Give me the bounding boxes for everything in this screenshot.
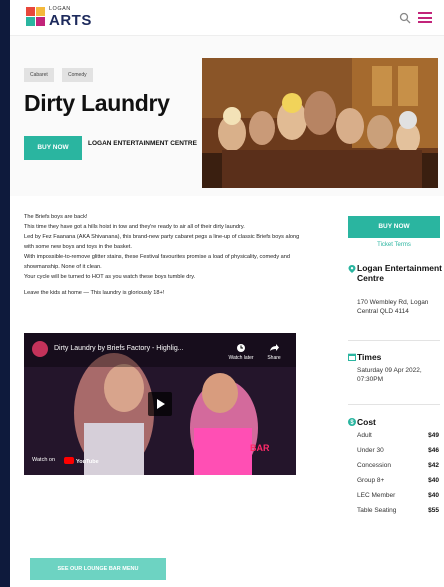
description-line: Your cycle will be turned to HOT as you …: [24, 274, 196, 280]
cost-row: Adult $49: [357, 432, 439, 446]
tag-comedy[interactable]: Comedy: [62, 68, 93, 82]
cost-row: Group 8+ $40: [357, 477, 439, 491]
search-icon[interactable]: [399, 12, 411, 24]
site-header: LOGAN ARTS: [10, 0, 444, 36]
clock-icon: [237, 344, 245, 352]
play-icon[interactable]: [148, 392, 172, 416]
lounge-bar-menu-button[interactable]: SEE OUR LOUNGE BAR MENU: [30, 558, 166, 580]
menu-icon[interactable]: [418, 12, 432, 23]
divider: [348, 404, 440, 405]
location-pin-icon: [348, 265, 356, 273]
calendar-icon: [348, 353, 356, 361]
bar-sign: BAR: [250, 443, 270, 453]
venue-link[interactable]: LOGAN ENTERTAINMENT CENTRE: [88, 140, 198, 148]
sidebar-venue-name[interactable]: Logan Entertainment Centre: [357, 263, 442, 283]
divider: [348, 340, 440, 341]
youtube-wordmark: YouTube: [76, 459, 99, 465]
sidebar-buy-now-button[interactable]: BUY NOW: [348, 216, 440, 238]
cost-price: $55: [428, 507, 439, 514]
share-label: Share: [267, 355, 281, 361]
description-line: This time they have got a hills hoist in…: [24, 224, 245, 230]
page: LOGAN ARTS Cabaret Comedy Dirty Laundry …: [10, 0, 444, 587]
event-photo: [202, 58, 438, 188]
youtube-video-embed[interactable]: Dirty Laundry by Briefs Factory - Highli…: [24, 333, 296, 475]
logo-text: ARTS: [49, 12, 92, 29]
cost-price: $46: [428, 447, 439, 454]
logo-mark-icon: [26, 7, 45, 26]
description-line: With impossible-to-remove glitter stains…: [24, 254, 291, 270]
cost-row: Table Seating $55: [357, 507, 439, 521]
times-heading: Times: [357, 352, 382, 362]
cost-label: Concession: [357, 462, 391, 469]
description-line: Leave the kids at home — This laundry is…: [24, 290, 165, 296]
times-value: Saturday 09 Apr 2022, 07:30PM: [357, 367, 422, 383]
share-icon: [270, 344, 279, 351]
cost-label: LEC Member: [357, 492, 396, 499]
youtube-icon: [64, 457, 74, 464]
video-title[interactable]: Dirty Laundry by Briefs Factory - Highli…: [54, 345, 184, 352]
cost-label: Group 8+: [357, 477, 385, 484]
event-title: Dirty Laundry: [24, 90, 170, 116]
cost-price: $42: [428, 462, 439, 469]
cost-row: Under 30 $46: [357, 447, 439, 461]
watch-on-label[interactable]: Watch on: [32, 457, 55, 463]
watch-later-button[interactable]: Watch later: [226, 343, 256, 361]
dollar-icon: $: [348, 418, 356, 426]
watch-later-label: Watch later: [228, 355, 254, 361]
venue-address: 170 Wembley Rd, Logan Central QLD 4114: [357, 299, 429, 315]
tag-cabaret[interactable]: Cabaret: [24, 68, 54, 82]
cost-row: Concession $42: [357, 462, 439, 476]
description-line: The Briefs boys are back!: [24, 214, 88, 220]
description-line: Led by Fez Faanana (AKA Shivanana), this…: [24, 234, 300, 250]
cost-price: $49: [428, 432, 439, 439]
logo[interactable]: LOGAN ARTS: [26, 6, 116, 30]
cost-row: LEC Member $40: [357, 492, 439, 506]
event-description: The Briefs boys are back! This time they…: [24, 212, 304, 298]
cost-price: $40: [428, 477, 439, 484]
share-button[interactable]: Share: [262, 343, 286, 361]
cost-price: $40: [428, 492, 439, 499]
event-hero: Cabaret Comedy Dirty Laundry BUY NOW LOG…: [10, 36, 444, 196]
ticket-terms-link[interactable]: Ticket Terms: [348, 242, 440, 248]
cost-label: Table Seating: [357, 507, 397, 514]
buy-now-button[interactable]: BUY NOW: [24, 136, 82, 160]
youtube-logo[interactable]: YouTube: [64, 457, 99, 465]
cost-label: Under 30: [357, 447, 384, 454]
cost-label: Adult: [357, 432, 372, 439]
channel-avatar[interactable]: [32, 341, 48, 357]
cost-heading: Cost: [357, 417, 376, 427]
